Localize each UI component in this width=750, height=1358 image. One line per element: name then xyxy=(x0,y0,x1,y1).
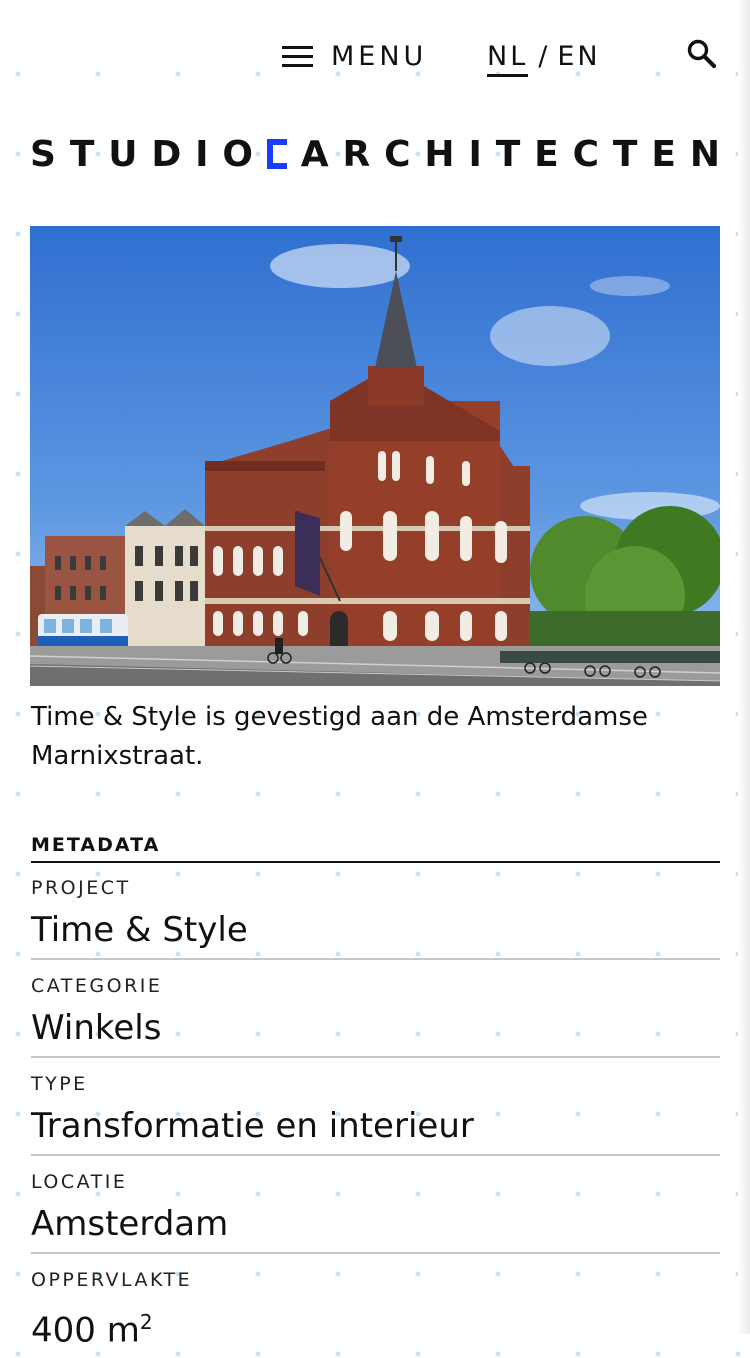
logo-letter: C xyxy=(384,133,411,175)
project-photo xyxy=(30,226,720,686)
logo-letter: R xyxy=(342,133,371,175)
metadata-row-oppervlakte: OPPERVLAKTE 400 m2 xyxy=(31,1266,720,1358)
language-switcher: NL / EN xyxy=(487,36,601,77)
metadata-label: TYPE xyxy=(31,1073,88,1095)
metadata-value[interactable]: Winkels xyxy=(31,1000,720,1056)
logo-letter: T xyxy=(69,133,95,175)
photo-caption: Time & Style is gevestigd aan de Amsterd… xyxy=(31,702,648,771)
scroll-edge xyxy=(738,0,750,1334)
metadata-label: CATEGORIE xyxy=(31,975,163,997)
logo-letter: O xyxy=(222,133,254,175)
site-logo[interactable]: S T U D I O A R C H I T E C T E N xyxy=(30,133,720,175)
logo-letter: T xyxy=(612,133,638,175)
logo-letter: I xyxy=(195,133,209,175)
metadata-row-type: TYPE Transformatie en interieur xyxy=(31,1070,720,1156)
metadata-label: PROJECT xyxy=(31,877,131,899)
logo-letter: H xyxy=(424,133,455,175)
metadata-row-categorie: CATEGORIE Winkels xyxy=(31,972,720,1058)
logo-letter: I xyxy=(468,133,482,175)
logo-letter: U xyxy=(108,133,138,175)
hamburger-icon xyxy=(282,44,313,68)
logo-letter: S xyxy=(30,133,56,175)
metadata-row-project: PROJECT Time & Style xyxy=(31,874,720,960)
metadata-value[interactable]: Amsterdam xyxy=(31,1196,720,1252)
metadata-value: 400 m2 xyxy=(31,1294,720,1358)
metadata-value: Time & Style xyxy=(31,910,248,950)
metadata-row-locatie: LOCATIE Amsterdam xyxy=(31,1168,720,1254)
lang-nl-link[interactable]: NL xyxy=(487,41,529,77)
search-icon xyxy=(687,39,717,69)
search-button[interactable] xyxy=(686,38,718,70)
metadata-label: LOCATIE xyxy=(31,1171,128,1193)
metadata-label: OPPERVLAKTE xyxy=(31,1269,193,1291)
area-unit-superscript: 2 xyxy=(139,1310,153,1334)
menu-label: MENU xyxy=(331,40,428,72)
logo-letter: C xyxy=(572,133,600,175)
logo-letter: N xyxy=(689,133,720,175)
logo-letter: A xyxy=(300,133,329,175)
metadata-heading: METADATA xyxy=(31,834,720,863)
logo-letter: D xyxy=(151,133,182,175)
menu-button[interactable]: MENU xyxy=(282,36,427,76)
metadata-value[interactable]: Transformatie en interieur xyxy=(31,1098,720,1154)
logo-letter: E xyxy=(651,133,676,175)
logo-c-mark xyxy=(266,139,287,169)
logo-letter: T xyxy=(495,133,521,175)
lang-en-link[interactable]: EN xyxy=(557,41,600,72)
area-value: 400 m xyxy=(31,1310,140,1351)
lang-separator: / xyxy=(538,40,551,72)
logo-letter: E xyxy=(534,133,559,175)
